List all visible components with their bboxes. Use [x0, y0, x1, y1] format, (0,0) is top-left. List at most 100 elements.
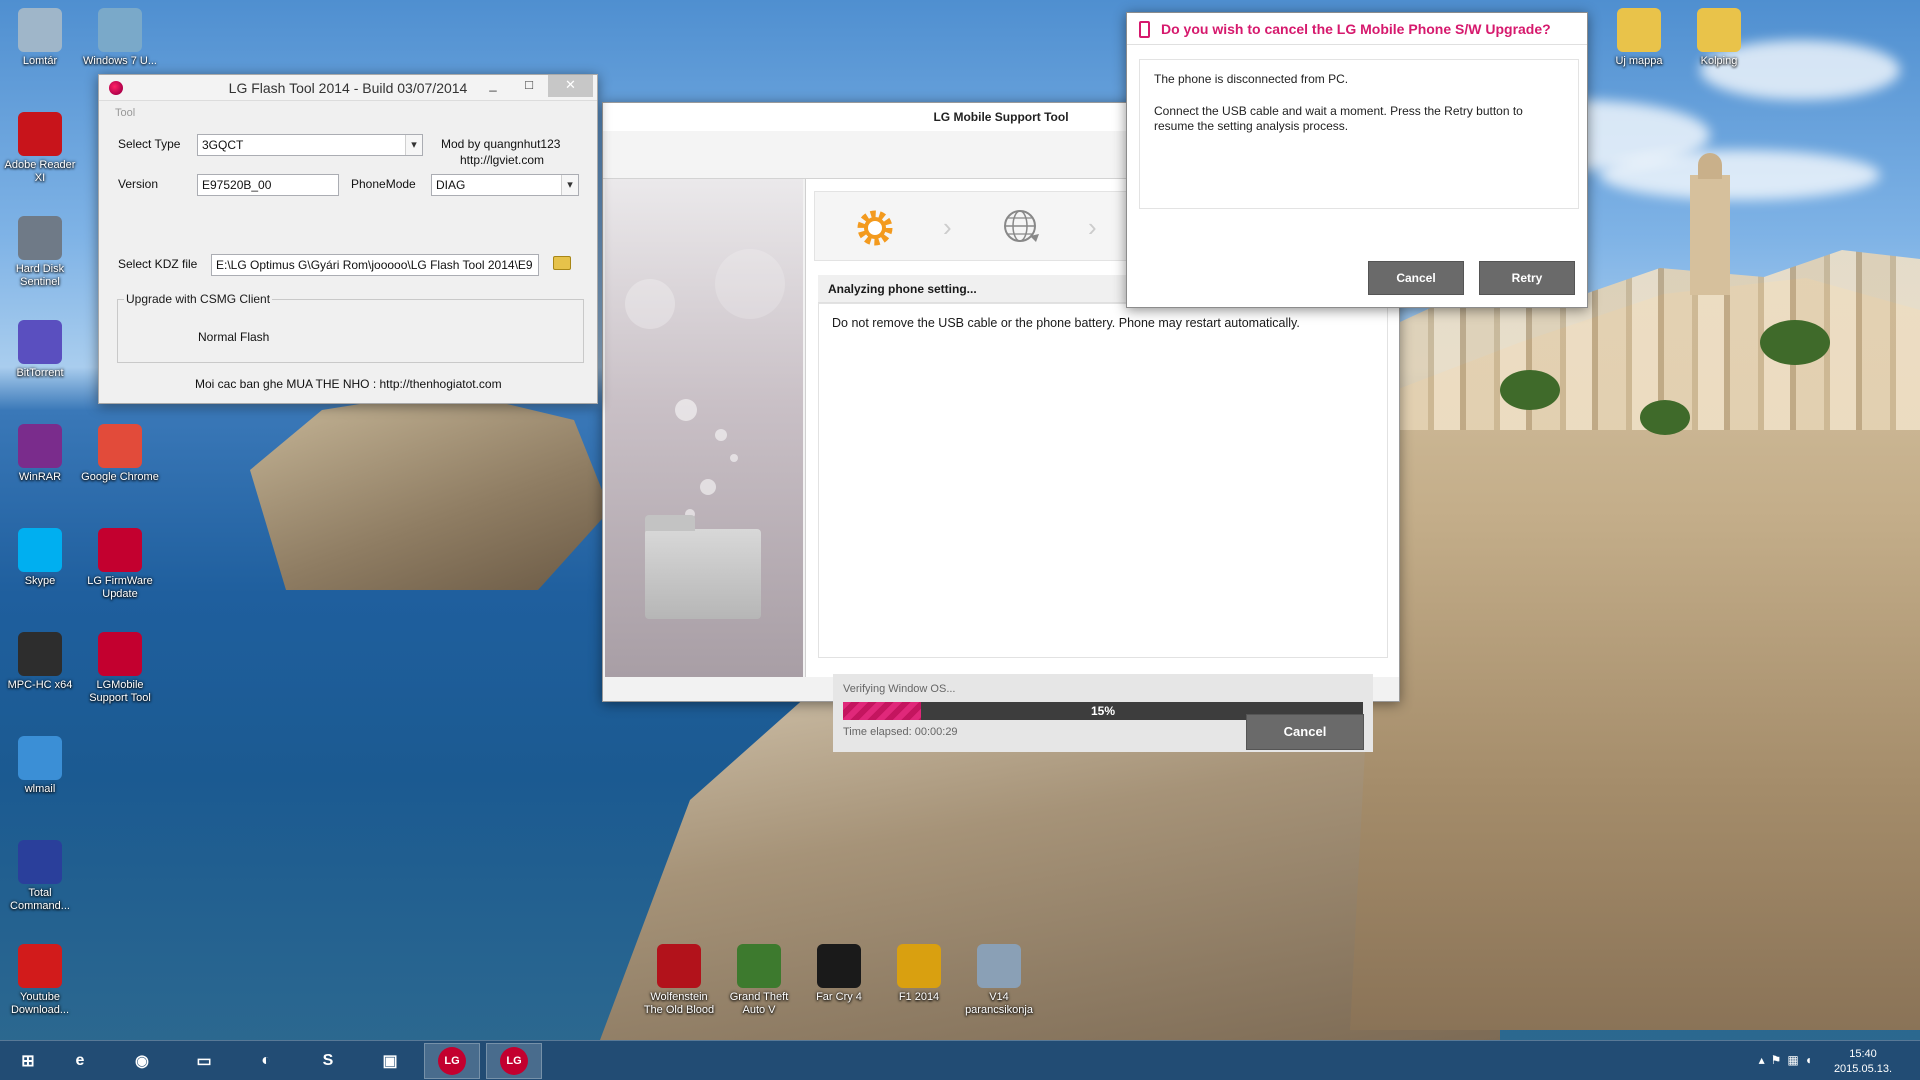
scenery-tower	[1690, 153, 1730, 295]
skype-icon: S	[322, 1052, 334, 1069]
tray-icons[interactable]: ▴⚑▦◖	[1759, 1053, 1818, 1067]
skype-icon	[18, 528, 62, 572]
phone-icon	[1139, 21, 1150, 38]
clock-date[interactable]: 2015.05.13.	[1828, 1063, 1898, 1075]
progress-label: Verifying Window OS...	[843, 683, 956, 695]
desktop-icon-label: Lomtár	[22, 55, 58, 67]
desktop-icon-8[interactable]: Total Command...	[1, 840, 79, 913]
version-label: Version	[118, 177, 159, 191]
floppy-icon	[18, 840, 62, 884]
message-area: Do not remove the USB cable or the phone…	[818, 303, 1388, 752]
farcry-icon	[817, 944, 861, 988]
youtube-icon	[18, 944, 62, 988]
desktop-icon-label: Youtube Download...	[10, 991, 70, 1016]
select-type-label: Select Type	[118, 137, 181, 151]
pdf-icon	[18, 112, 62, 156]
taskbar: ⊞ e ◉ ▭ ◐ S ▣ LG LG ▴⚑▦◖ 15:40 2015.05.13.	[0, 1040, 1920, 1080]
shortcut-icon	[977, 944, 1021, 988]
desktop-icon-0[interactable]: Lomtár	[1, 8, 79, 68]
media-player-icon	[18, 632, 62, 676]
usb-warning-text: Do not remove the USB cable or the phone…	[832, 316, 1300, 330]
desktop-icon-4[interactable]: WinRAR	[1, 424, 79, 484]
desktop-icon-label: Hard Disk Sentinel	[15, 263, 65, 288]
desktop-icon-game-1[interactable]: Grand Theft Auto V	[720, 944, 798, 1017]
floppy-icon: ▣	[382, 1053, 398, 1070]
lg-icon: LG	[500, 1047, 528, 1075]
chrome-icon	[98, 424, 142, 468]
close-button[interactable]: ✕	[548, 75, 593, 97]
desktop-icon-top-1[interactable]: Kolping	[1680, 8, 1758, 68]
taskbar-skype[interactable]: S	[300, 1043, 356, 1079]
desktop-icon-5[interactable]: Skype	[1, 528, 79, 588]
dialog-retry-button[interactable]: Retry	[1479, 261, 1575, 295]
dialog-cancel-button[interactable]: Cancel	[1368, 261, 1464, 295]
desktop-icon-col2-2[interactable]: LG FirmWare Update	[81, 528, 159, 601]
cancel-confirm-dialog: Do you wish to cancel the LG Mobile Phon…	[1126, 12, 1588, 308]
normal-flash-option[interactable]: Normal Flash	[198, 330, 269, 344]
desktop-icon-label: Grand Theft Auto V	[729, 991, 789, 1016]
desktop-icon-col2-3[interactable]: LGMobile Support Tool	[81, 632, 159, 705]
select-type-combo[interactable]: 3GQCT	[197, 134, 423, 156]
desktop-icon-label: Total Command...	[10, 887, 70, 912]
desktop-icon-2[interactable]: Hard Disk Sentinel	[1, 216, 79, 289]
lg-firmware-icon	[98, 528, 142, 572]
tool-menu[interactable]: Tool	[115, 107, 135, 119]
taskbar-lg-support[interactable]: LG	[486, 1043, 542, 1079]
desktop-icon-game-4[interactable]: V14 parancsikonja	[960, 944, 1038, 1017]
desktop-icon-col2-1[interactable]: Google Chrome	[81, 424, 159, 484]
mod-by-label: Mod by quangnhut123	[441, 137, 561, 151]
desktop-icon-label: Skype	[24, 575, 56, 587]
flash-tool-body: Tool Select Type 3GQCT Mod by quangnhut1…	[99, 101, 597, 403]
support-cancel-button[interactable]: Cancel	[1246, 714, 1364, 750]
desktop-icon-7[interactable]: wlmail	[1, 736, 79, 796]
desktop-icon-label: V14 parancsikonja	[965, 991, 1033, 1016]
taskbar-ie[interactable]: e	[52, 1043, 108, 1079]
start-button[interactable]: ⊞	[0, 1043, 56, 1079]
desktop-icon-game-3[interactable]: F1 2014	[880, 944, 958, 1004]
desktop-icon-label: Windows 7 U...	[83, 55, 157, 67]
gear-step-icon	[857, 210, 893, 246]
desktop-icon-top-0[interactable]: Uj mappa	[1600, 8, 1678, 68]
step-arrow-icon: ›	[943, 212, 952, 242]
desktop-icon-label: Far Cry 4	[816, 991, 862, 1003]
desktop-icon-9[interactable]: Youtube Download...	[1, 944, 79, 1017]
folder-icon: ▭	[196, 1053, 212, 1070]
flash-tool-window: LG Flash Tool 2014 - Build 03/07/2014 _ …	[98, 74, 598, 404]
lg-support-icon	[98, 632, 142, 676]
maximize-button[interactable]: □	[513, 75, 545, 97]
desktop-icon-col2-0[interactable]: Windows 7 U...	[81, 8, 159, 68]
step-arrow-icon: ›	[1088, 212, 1097, 242]
version-field[interactable]: E97520B_00	[197, 174, 339, 196]
desktop-icon-label: LG FirmWare Update	[87, 575, 153, 600]
minimize-button[interactable]: _	[477, 75, 509, 97]
clock-time[interactable]: 15:40	[1828, 1048, 1898, 1060]
wolfenstein-icon	[657, 944, 701, 988]
dialog-titlebar: Do you wish to cancel the LG Mobile Phon…	[1127, 13, 1587, 45]
taskbar-explorer[interactable]: ▭	[176, 1043, 232, 1079]
dialog-message-line2: Connect the USB cable and wait a moment.…	[1154, 104, 1523, 133]
desktop-icon-3[interactable]: BitTorrent	[1, 320, 79, 380]
csmg-group-title: Upgrade with CSMG Client	[124, 292, 273, 306]
taskbar-chrome[interactable]: ◉	[114, 1043, 170, 1079]
taskbar-bittorrent[interactable]: ◐	[238, 1043, 294, 1079]
hdd-icon	[18, 216, 62, 260]
f1-icon	[897, 944, 941, 988]
desktop-icon-1[interactable]: Adobe Reader XI	[1, 112, 79, 185]
ie-icon: e	[75, 1052, 85, 1069]
mod-url-label: http://lgviet.com	[460, 153, 545, 167]
folder-art-icon	[645, 515, 761, 619]
desktop-icon-game-2[interactable]: Far Cry 4	[800, 944, 878, 1004]
chrome-icon: ◉	[135, 1053, 149, 1070]
dialog-message-line1: The phone is disconnected from PC.	[1154, 72, 1349, 86]
bittorrent-icon: ◐	[261, 1052, 271, 1069]
desktop-icon-label: F1 2014	[898, 991, 940, 1003]
taskbar-lg-flash[interactable]: LG	[424, 1043, 480, 1079]
desktop-icon-6[interactable]: MPC-HC x64	[1, 632, 79, 692]
scenery-cliff-left	[250, 390, 610, 590]
phonemode-combo[interactable]: DIAG	[431, 174, 579, 196]
open-folder-icon[interactable]	[553, 256, 571, 270]
desktop-icon-label: Wolfenstein The Old Blood	[643, 991, 715, 1016]
desktop-icon-game-0[interactable]: Wolfenstein The Old Blood	[640, 944, 718, 1017]
kdz-file-field[interactable]: E:\LG Optimus G\Gyári Rom\jooooo\LG Flas…	[211, 254, 539, 276]
taskbar-totalcmd[interactable]: ▣	[362, 1043, 418, 1079]
